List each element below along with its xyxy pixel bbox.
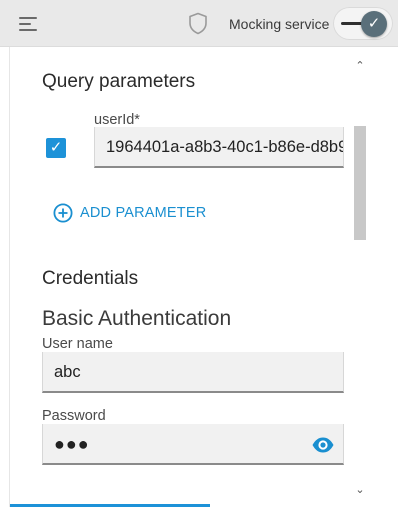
query-parameters-title: Query parameters — [42, 71, 196, 92]
credentials-title: Credentials — [42, 268, 139, 289]
eye-icon[interactable] — [311, 434, 335, 456]
scrollbar-thumb[interactable] — [354, 126, 366, 240]
plus-circle-icon — [53, 203, 73, 223]
add-parameter-label: ADD PARAMETER — [80, 205, 207, 221]
panel-border — [9, 47, 10, 507]
username-input[interactable]: abc — [42, 352, 344, 393]
param-enabled-checkbox[interactable]: ✓ — [46, 138, 66, 158]
password-value: ●●● — [54, 434, 90, 454]
password-input[interactable]: ●●● — [42, 424, 344, 465]
username-value: abc — [54, 363, 81, 381]
param-value-input[interactable]: 1964401a-a8b3-40c1-b86e-d8b9 — [94, 127, 344, 168]
scroll-up-icon[interactable]: ⌃ — [352, 58, 368, 74]
check-icon: ✓ — [361, 11, 387, 37]
scrollbar[interactable]: ⌃ ⌄ — [352, 56, 368, 500]
app-header: Mocking service ✓ — [0, 0, 398, 47]
param-name-label: userId* — [94, 112, 140, 128]
scroll-down-icon[interactable]: ⌄ — [352, 482, 368, 498]
auth-method-title: Basic Authentication — [42, 307, 232, 330]
mocking-service-toggle[interactable]: ✓ — [333, 7, 393, 40]
param-value-text: 1964401a-a8b3-40c1-b86e-d8b9 — [106, 138, 344, 156]
shield-icon — [189, 12, 207, 35]
mocking-service-label: Mocking service — [229, 16, 330, 32]
username-label: User name — [42, 336, 113, 352]
password-label: Password — [42, 408, 106, 424]
hamburger-icon[interactable] — [19, 14, 41, 34]
